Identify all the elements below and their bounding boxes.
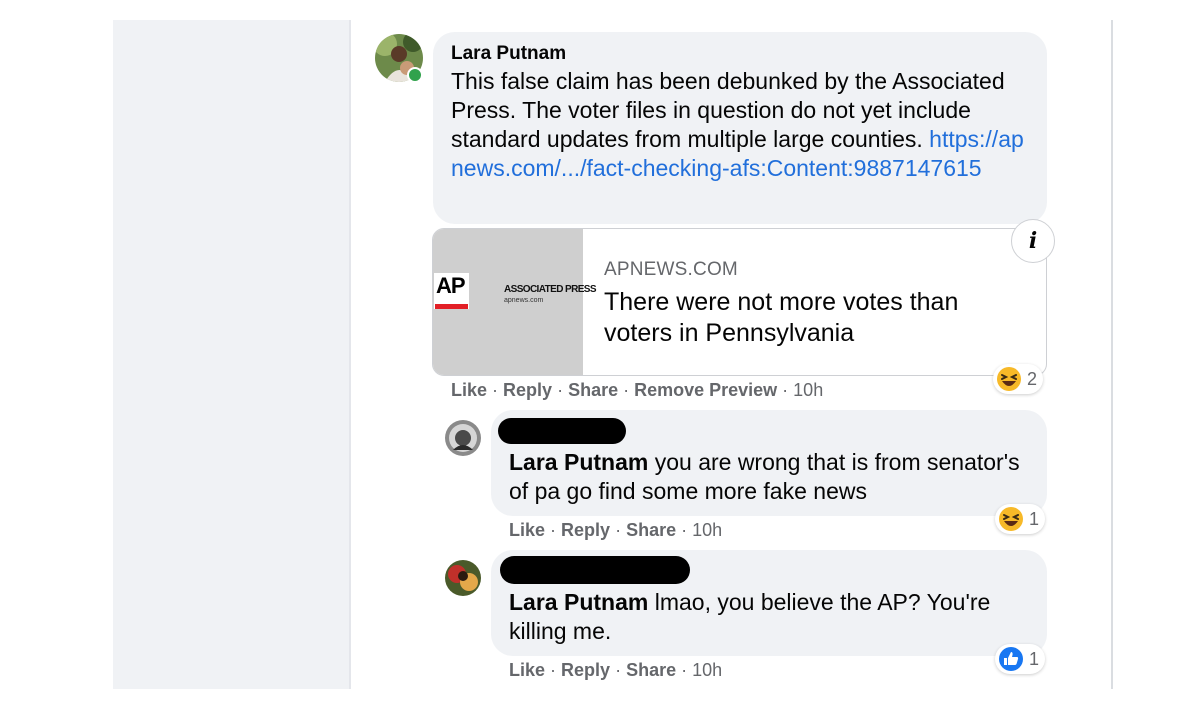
avatar-photo — [445, 560, 481, 596]
comment-bubble: Lara Putnam This false claim has been de… — [433, 32, 1047, 224]
preview-title: There were not more votes than voters in… — [604, 288, 959, 347]
reply-action[interactable]: Reply — [561, 520, 610, 540]
haha-emoji-icon — [997, 367, 1021, 391]
ap-logo: AP — [434, 273, 469, 309]
reaction-count: 2 — [1027, 368, 1038, 389]
reply-time[interactable]: 10h — [692, 520, 722, 540]
reply-reactions-1[interactable]: 1 — [995, 504, 1046, 534]
ap-brand-name: ASSOCIATED PRESS — [504, 284, 597, 295]
like-action[interactable]: Like — [509, 520, 545, 540]
reply-body-2: Lara Putnam lmao, you believe the AP? Yo… — [509, 588, 1029, 646]
online-status-dot — [407, 67, 423, 83]
like-action[interactable]: Like — [509, 660, 545, 680]
preview-domain: APNEWS.COM — [604, 259, 738, 280]
avatar-reply-2[interactable] — [445, 560, 481, 596]
redacted-name — [500, 556, 690, 584]
separator: · — [557, 380, 564, 400]
reply-body-1: Lara Putnam you are wrong that is from s… — [509, 448, 1029, 506]
separator: · — [615, 520, 622, 540]
link-preview-card[interactable]: AP ASSOCIATED PRESS apnews.com APNEWS.CO… — [432, 228, 1047, 376]
haha-emoji-icon — [999, 507, 1023, 531]
left-gray-panel — [113, 20, 349, 689]
ap-brand-sub: apnews.com — [504, 297, 544, 304]
reaction-count: 1 — [1029, 508, 1040, 529]
separator: · — [782, 380, 789, 400]
reaction-count: 1 — [1029, 648, 1040, 669]
info-button[interactable]: i — [1011, 219, 1055, 263]
separator: · — [492, 380, 499, 400]
reply-time[interactable]: 10h — [692, 660, 722, 680]
remove-preview-action[interactable]: Remove Preview — [634, 380, 777, 400]
like-action[interactable]: Like — [451, 380, 487, 400]
preview-thumbnail: AP ASSOCIATED PRESS apnews.com — [433, 229, 597, 375]
reply-action[interactable]: Reply — [503, 380, 552, 400]
separator: · — [681, 660, 688, 680]
redacted-name — [498, 418, 626, 444]
facebook-comment-thread: Lara Putnam This false claim has been de… — [0, 0, 1200, 704]
avatar-reply-1[interactable] — [445, 420, 481, 456]
separator: · — [623, 380, 630, 400]
reply-actions-2: Like · Reply · Share · 10h — [509, 660, 722, 681]
comment-actions: Like · Reply · Share · Remove Preview · 10h — [451, 380, 823, 401]
ap-logo-bar — [435, 304, 468, 309]
comment-text: This false claim has been debunked by th… — [451, 68, 1005, 152]
reply-reactions-2[interactable]: 1 — [995, 644, 1046, 674]
reply-mention[interactable]: Lara Putnam — [509, 449, 648, 475]
ap-logo-text: AP — [436, 273, 466, 298]
comment-author[interactable]: Lara Putnam — [451, 43, 1029, 65]
like-thumb-icon — [999, 647, 1023, 671]
share-action[interactable]: Share — [568, 380, 618, 400]
panel-divider — [349, 20, 351, 689]
reply-mention[interactable]: Lara Putnam — [509, 589, 648, 615]
separator: · — [550, 520, 557, 540]
comment-time[interactable]: 10h — [793, 380, 823, 400]
separator: · — [550, 660, 557, 680]
share-action[interactable]: Share — [626, 520, 676, 540]
share-action[interactable]: Share — [626, 660, 676, 680]
right-divider — [1111, 20, 1113, 689]
separator: · — [615, 660, 622, 680]
info-icon: i — [1028, 228, 1038, 254]
comment-body: This false claim has been debunked by th… — [451, 67, 1029, 183]
separator: · — [681, 520, 688, 540]
comment-reactions[interactable]: 2 — [993, 364, 1044, 394]
reply-actions-1: Like · Reply · Share · 10h — [509, 520, 722, 541]
reply-action[interactable]: Reply — [561, 660, 610, 680]
avatar-photo — [445, 420, 481, 456]
